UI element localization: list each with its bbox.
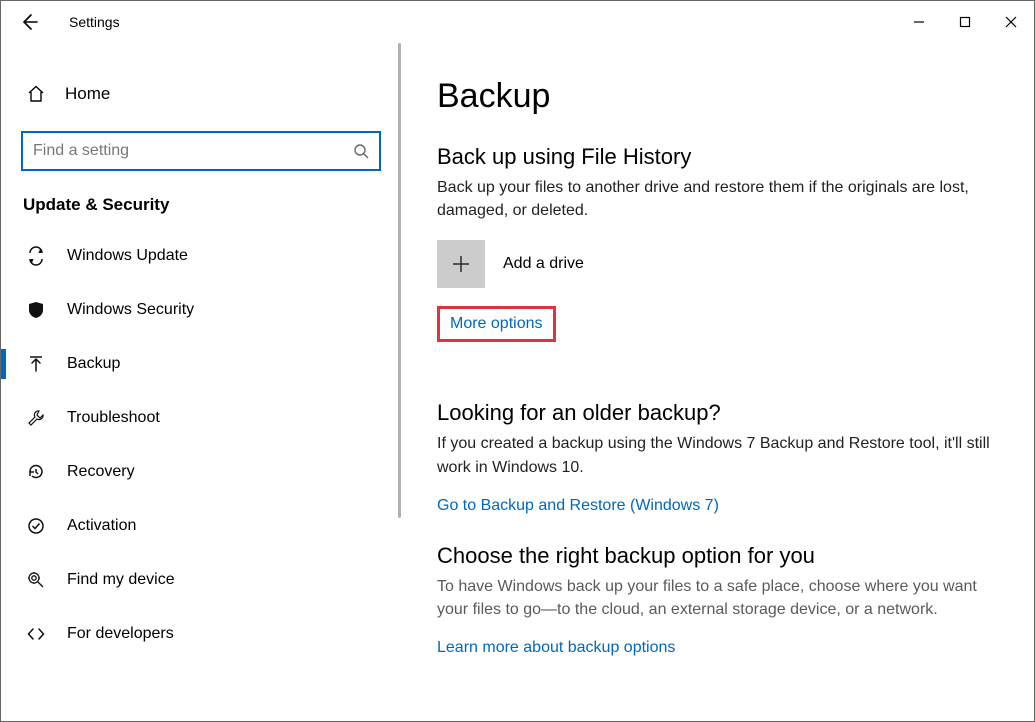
search-box[interactable] bbox=[21, 131, 381, 171]
plus-icon[interactable] bbox=[437, 240, 485, 288]
sidebar-item-label: Troubleshoot bbox=[67, 409, 160, 427]
sync-icon bbox=[25, 245, 47, 267]
sidebar-item-label: Windows Security bbox=[67, 301, 194, 319]
section-older-backup: Looking for an older backup? If you crea… bbox=[437, 400, 990, 514]
back-button[interactable] bbox=[19, 12, 39, 32]
sidebar-item-find-my-device[interactable]: Find my device bbox=[1, 553, 401, 607]
sidebar-item-backup[interactable]: Backup bbox=[1, 337, 401, 391]
home-label: Home bbox=[65, 84, 110, 104]
nav-list: Windows Update Windows Security Backup Trou… bbox=[1, 229, 401, 661]
more-options-link[interactable]: More options bbox=[450, 315, 543, 332]
more-options-highlight: More options bbox=[437, 306, 556, 342]
settings-window: Settings Home bbox=[0, 0, 1035, 722]
older-title: Looking for an older backup? bbox=[437, 400, 990, 426]
check-circle-icon bbox=[25, 515, 47, 537]
page-title: Backup bbox=[437, 77, 990, 116]
titlebar-left: Settings bbox=[19, 12, 120, 32]
sidebar-item-label: Backup bbox=[67, 355, 120, 373]
learn-more-link[interactable]: Learn more about backup options bbox=[437, 639, 990, 657]
search-icon bbox=[353, 143, 369, 159]
section-file-history: Back up using File History Back up your … bbox=[437, 144, 990, 372]
titlebar: Settings bbox=[1, 1, 1034, 43]
sidebar-item-windows-security[interactable]: Windows Security bbox=[1, 283, 401, 337]
sidebar-item-windows-update[interactable]: Windows Update bbox=[1, 229, 401, 283]
search-container bbox=[21, 131, 381, 171]
sidebar-item-for-developers[interactable]: For developers bbox=[1, 607, 401, 661]
backup-restore-win7-link[interactable]: Go to Backup and Restore (Windows 7) bbox=[437, 497, 990, 515]
add-drive-row[interactable]: Add a drive bbox=[437, 240, 990, 288]
sidebar: Home Update & Security Windows UpdateWin… bbox=[1, 43, 401, 721]
sidebar-scrollbar-thumb[interactable] bbox=[398, 43, 401, 518]
add-drive-label: Add a drive bbox=[503, 255, 584, 273]
older-desc: If you created a backup using the Window… bbox=[437, 432, 990, 478]
section-choose-option: Choose the right backup option for you T… bbox=[437, 543, 990, 657]
sidebar-item-label: For developers bbox=[67, 625, 174, 643]
sidebar-item-label: Windows Update bbox=[67, 247, 188, 265]
home-nav[interactable]: Home bbox=[1, 71, 401, 117]
minimize-button[interactable] bbox=[896, 1, 942, 43]
file-history-title: Back up using File History bbox=[437, 144, 990, 170]
window-title: Settings bbox=[69, 14, 120, 30]
sidebar-item-activation[interactable]: Activation bbox=[1, 499, 401, 553]
sidebar-item-label: Recovery bbox=[67, 463, 135, 481]
choose-desc: To have Windows back up your files to a … bbox=[437, 575, 990, 621]
sidebar-item-label: Find my device bbox=[67, 571, 175, 589]
sidebar-item-troubleshoot[interactable]: Troubleshoot bbox=[1, 391, 401, 445]
main-content: Backup Back up using File History Back u… bbox=[401, 43, 1034, 721]
location-icon bbox=[25, 569, 47, 591]
maximize-button[interactable] bbox=[942, 1, 988, 43]
history-icon bbox=[25, 461, 47, 483]
developer-icon bbox=[25, 623, 47, 645]
home-icon bbox=[25, 83, 47, 105]
file-history-desc: Back up your files to another drive and … bbox=[437, 176, 990, 222]
sidebar-scrollbar[interactable] bbox=[398, 43, 401, 721]
search-input[interactable] bbox=[33, 142, 353, 160]
choose-title: Choose the right backup option for you bbox=[437, 543, 990, 569]
backup-icon bbox=[25, 353, 47, 375]
sidebar-item-label: Activation bbox=[67, 517, 136, 535]
body: Home Update & Security Windows UpdateWin… bbox=[1, 43, 1034, 721]
category-title: Update & Security bbox=[1, 189, 401, 229]
close-button[interactable] bbox=[988, 1, 1034, 43]
window-controls bbox=[896, 1, 1034, 43]
wrench-icon bbox=[25, 407, 47, 429]
shield-icon bbox=[25, 299, 47, 321]
sidebar-item-recovery[interactable]: Recovery bbox=[1, 445, 401, 499]
